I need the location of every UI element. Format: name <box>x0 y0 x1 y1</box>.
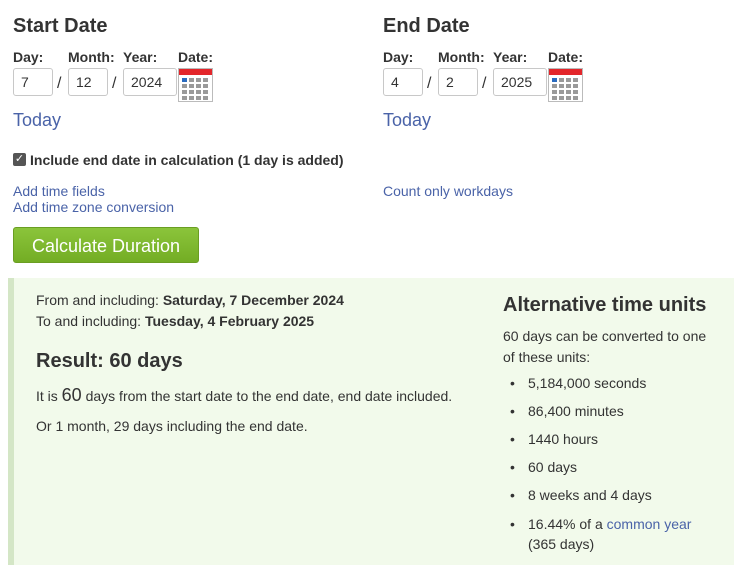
unit-percent-pre: 16.44% of a <box>528 516 603 532</box>
end-separator-2: / <box>482 75 487 92</box>
end-today-link[interactable]: Today <box>383 110 431 131</box>
start-date-label: Date: <box>178 49 214 65</box>
end-calendar-icon[interactable] <box>548 68 583 102</box>
result-line-1-pre: It is <box>36 388 58 404</box>
common-year-link[interactable]: common year <box>607 516 692 532</box>
calculate-duration-button[interactable]: Calculate Duration <box>13 227 199 263</box>
unit-days: 60 days <box>508 458 723 486</box>
start-year-label: Year: <box>123 49 158 65</box>
unit-minutes: 86,400 minutes <box>508 402 723 430</box>
start-date-heading: Start Date <box>13 15 108 37</box>
start-calendar-icon[interactable] <box>178 68 213 102</box>
result-line-1: It is 60 days from the start date to the… <box>36 385 452 406</box>
end-month-input[interactable] <box>438 68 478 96</box>
to-prefix: To and including: <box>36 313 142 329</box>
unit-hours: 1440 hours <box>508 430 723 458</box>
count-workdays-link[interactable]: Count only workdays <box>383 183 513 199</box>
end-year-label: Year: <box>493 49 528 65</box>
start-year-input[interactable] <box>123 68 177 96</box>
end-date-label: Date: <box>548 49 584 65</box>
include-end-date-checkbox[interactable]: ✓ <box>13 153 26 166</box>
to-value: Tuesday, 4 February 2025 <box>144 313 315 329</box>
end-month-label: Month: <box>438 49 485 65</box>
start-month-label: Month: <box>68 49 115 65</box>
unit-seconds: 5,184,000 seconds <box>508 374 723 402</box>
from-line: From and including: Saturday, 7 December… <box>36 292 344 308</box>
start-separator-2: / <box>112 75 117 92</box>
start-month-input[interactable] <box>68 68 108 96</box>
alternative-intro: 60 days can be converted to one of these… <box>503 328 707 365</box>
alternative-units-list: 5,184,000 seconds 86,400 minutes 1440 ho… <box>508 374 723 554</box>
end-day-input[interactable] <box>383 68 423 96</box>
end-year-input[interactable] <box>493 68 547 96</box>
start-day-input[interactable] <box>13 68 53 96</box>
alternative-heading: Alternative time units <box>503 294 707 316</box>
include-end-date-label[interactable]: Include end date in calculation (1 day i… <box>30 152 344 168</box>
to-line: To and including: Tuesday, 4 February 20… <box>36 313 314 329</box>
end-day-label: Day: <box>383 49 414 65</box>
result-heading: Result: 60 days <box>36 350 183 372</box>
unit-weeks: 8 weeks and 4 days <box>508 486 723 514</box>
start-separator-1: / <box>57 75 62 92</box>
start-today-link[interactable]: Today <box>13 110 61 131</box>
from-value: Saturday, 7 December 2024 <box>162 292 344 308</box>
result-line-1-post: days from the start date to the end date… <box>85 388 453 404</box>
end-date-heading: End Date <box>383 15 470 37</box>
from-prefix: From and including: <box>36 292 159 308</box>
unit-percent-post: (365 days) <box>528 536 595 552</box>
start-day-label: Day: <box>13 49 44 65</box>
result-line-2: Or 1 month, 29 days including the end da… <box>36 418 308 434</box>
add-time-zone-link[interactable]: Add time zone conversion <box>13 199 174 215</box>
unit-percent-year: 16.44% of a common year (365 days) <box>508 514 723 554</box>
add-time-fields-link[interactable]: Add time fields <box>13 183 105 199</box>
result-line-1-number: 60 <box>61 385 82 405</box>
end-separator-1: / <box>427 75 432 92</box>
